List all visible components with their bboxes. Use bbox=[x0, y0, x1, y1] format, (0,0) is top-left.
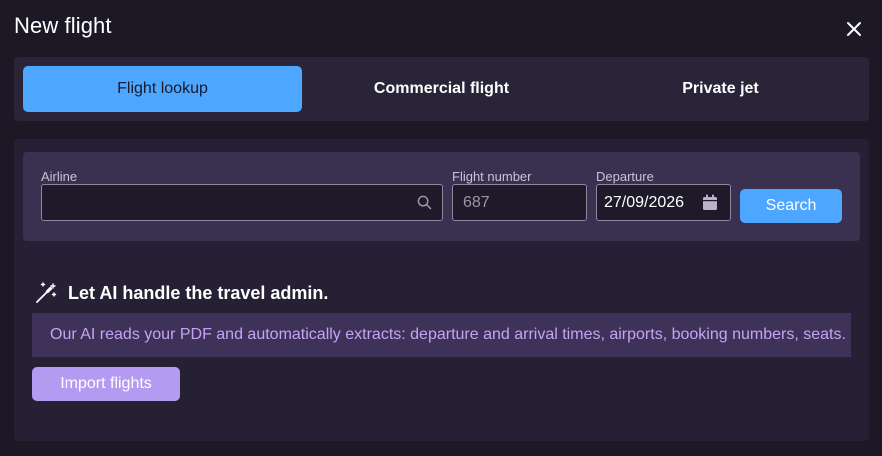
departure-label: Departure bbox=[596, 169, 654, 184]
import-flights-button[interactable]: Import flights bbox=[32, 367, 180, 401]
search-icon bbox=[417, 195, 432, 210]
airline-input[interactable] bbox=[41, 184, 443, 221]
flight-number-input[interactable]: 687 bbox=[452, 184, 587, 221]
ai-description-banner: Our AI reads your PDF and automatically … bbox=[32, 313, 851, 357]
tab-private-jet[interactable]: Private jet bbox=[581, 66, 860, 112]
airline-label: Airline bbox=[41, 169, 78, 184]
search-button[interactable]: Search bbox=[740, 189, 842, 223]
tab-flight-lookup[interactable]: Flight lookup bbox=[23, 66, 302, 112]
lookup-form: Airline Flight number 687 Departure 27/0… bbox=[23, 152, 860, 241]
ai-section-heading: Let AI handle the travel admin. bbox=[34, 281, 328, 305]
flight-type-tabs: Flight lookup Commercial flight Private … bbox=[14, 57, 869, 121]
departure-date-input[interactable]: 27/09/2026 bbox=[596, 184, 731, 221]
magic-wand-icon bbox=[36, 282, 57, 303]
departure-value: 27/09/2026 bbox=[604, 193, 685, 211]
close-button[interactable] bbox=[843, 18, 865, 40]
dialog-title: New flight bbox=[14, 13, 112, 38]
flight-lookup-panel: Airline Flight number 687 Departure 27/0… bbox=[14, 139, 869, 441]
close-icon bbox=[847, 22, 861, 36]
ai-section-title: Let AI handle the travel admin. bbox=[68, 282, 329, 303]
calendar-icon[interactable] bbox=[702, 194, 718, 211]
flight-number-label: Flight number bbox=[452, 169, 532, 184]
ai-description-text: Our AI reads your PDF and automatically … bbox=[50, 326, 846, 343]
tab-commercial-flight[interactable]: Commercial flight bbox=[302, 66, 581, 112]
flight-number-value: 687 bbox=[463, 193, 490, 211]
